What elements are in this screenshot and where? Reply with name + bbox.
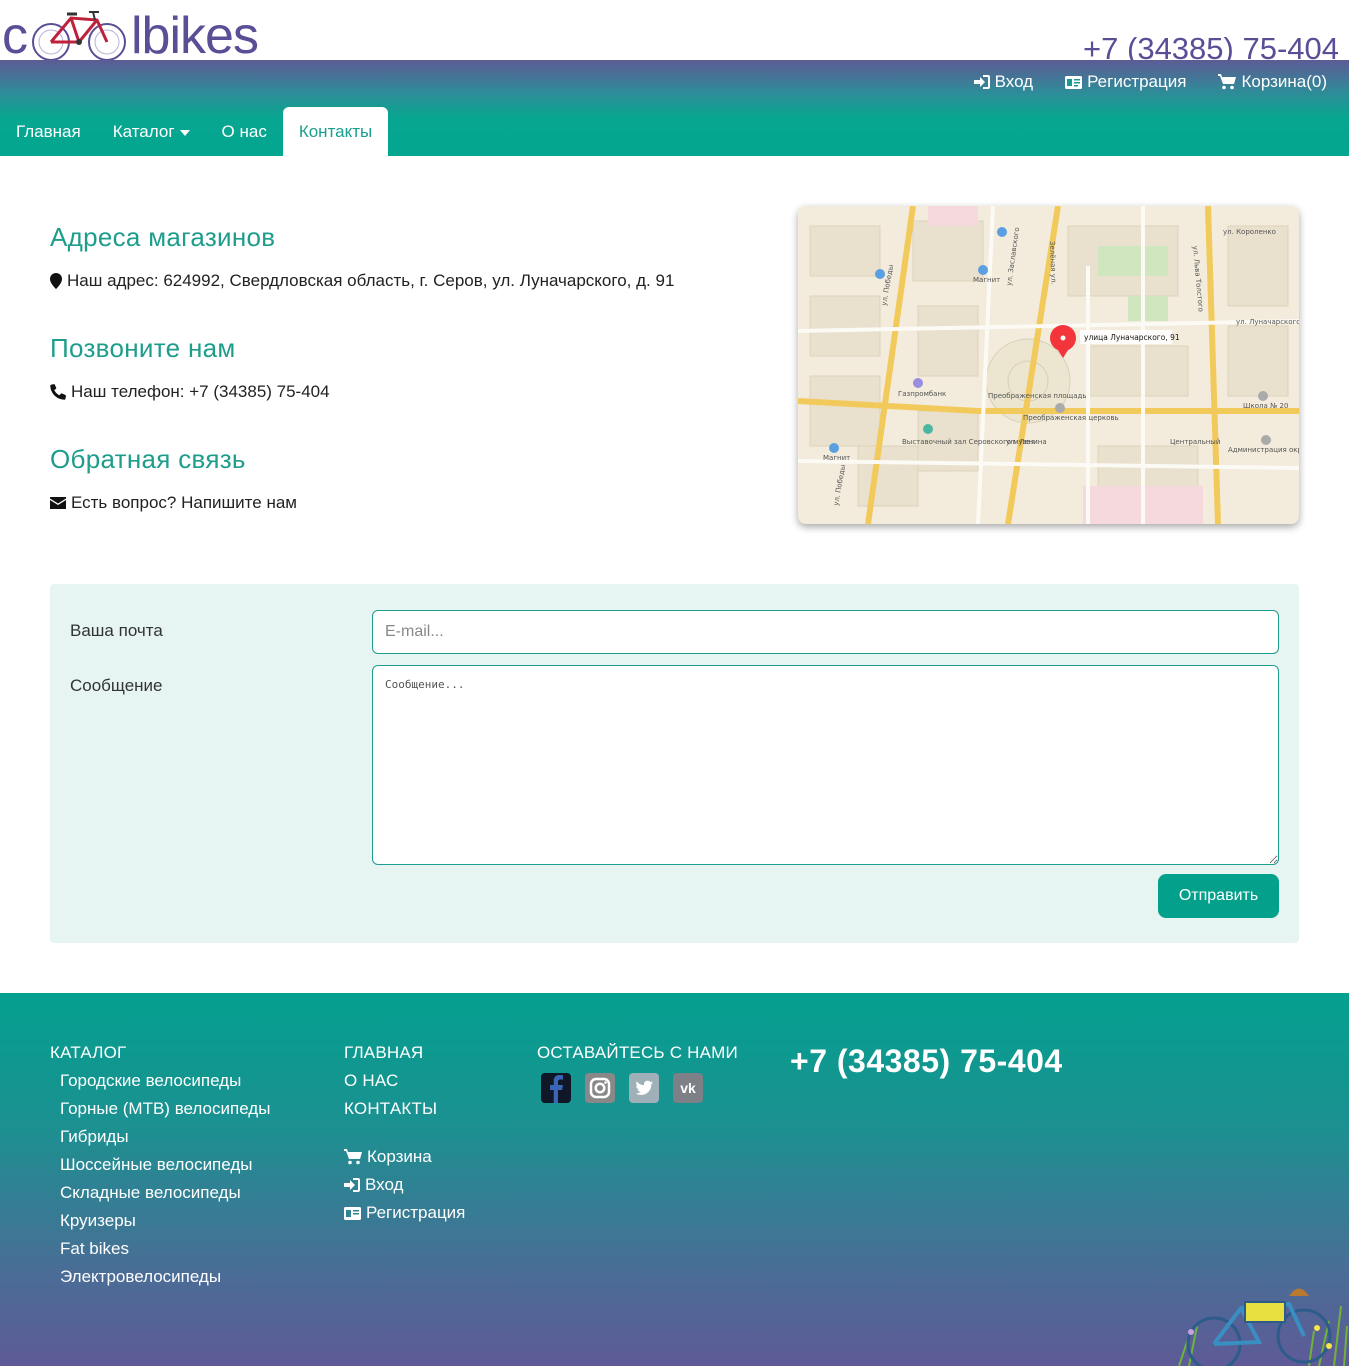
map-place-label: Магнит: [973, 276, 1000, 284]
cart-icon: [344, 1149, 362, 1165]
nav-about[interactable]: О нас: [206, 107, 283, 156]
cart-icon: [1218, 74, 1237, 90]
phone-icon: [50, 384, 66, 400]
nav-contacts[interactable]: Контакты: [282, 107, 389, 156]
sign-in-icon: [344, 1178, 360, 1192]
feedback-text: Есть вопрос? Напишите нам: [71, 493, 297, 512]
map-canvas: ул. Победы ул. Заславского ул. Льва Толс…: [798, 206, 1299, 524]
feedback-form: Ваша почта Сообщение Отправить: [50, 584, 1299, 943]
nav-home[interactable]: Главная: [0, 107, 97, 156]
phone-text: Наш телефон: +7 (34385) 75-404: [71, 382, 330, 401]
vk-icon[interactable]: vk: [673, 1073, 703, 1103]
cart-link[interactable]: Корзина(0): [1218, 72, 1327, 92]
map-place-label: Магнит: [823, 454, 850, 462]
address-text: Наш адрес: 624992, Свердловская область,…: [67, 271, 675, 290]
footer-catalog-link[interactable]: Шоссейные велосипеды: [60, 1155, 270, 1175]
map-marker-icon: [50, 273, 62, 289]
email-label: Ваша почта: [70, 621, 163, 640]
nav-about-label: О нас: [221, 121, 267, 141]
phone-section: Позвоните нам Наш телефон: +7 (34385) 75…: [50, 333, 750, 402]
site-logo[interactable]: c lbikes: [2, 4, 259, 65]
id-card-icon: [1065, 75, 1083, 89]
footer-catalog: КАТАЛОГ Городские велосипеды Горные (MTB…: [50, 1043, 270, 1287]
instagram-icon[interactable]: [585, 1073, 615, 1103]
footer-login-link[interactable]: Вход: [344, 1175, 465, 1195]
message-field[interactable]: [372, 665, 1279, 865]
footer-catalog-link[interactable]: Складные велосипеды: [60, 1183, 270, 1203]
bicycle-logo-icon: [32, 11, 126, 61]
map-marker-label: улица Луначарского, 91: [1084, 333, 1180, 342]
header-band: Вход Регистрация Корзина(0) Главная Ката…: [0, 60, 1349, 156]
feedback-line: Есть вопрос? Напишите нам: [50, 493, 750, 513]
footer-catalog-link[interactable]: Горные (MTB) велосипеды: [60, 1099, 270, 1119]
footer-nav: ГЛАВНАЯ О НАС КОНТАКТЫ Корзина Вход Реги…: [344, 1043, 465, 1223]
address-section: Адреса магазинов Наш адрес: 624992, Свер…: [50, 222, 750, 291]
footer-nav-about[interactable]: О НАС: [344, 1071, 465, 1091]
feedback-section: Обратная связь Есть вопрос? Напишите нам: [50, 444, 750, 513]
footer-register-label: Регистрация: [366, 1203, 466, 1222]
phone-title: Позвоните нам: [50, 333, 236, 363]
footer-cart-link[interactable]: Корзина: [344, 1147, 465, 1167]
map-place-label: Преображенская церковь: [1023, 414, 1119, 422]
footer-social-title: ОСТАВАЙТЕСЬ С НАМИ: [537, 1043, 738, 1062]
address-title: Адреса магазинов: [50, 222, 276, 252]
map-street-label: ул. Луначарского: [1236, 318, 1299, 326]
user-links: Вход Регистрация Корзина(0): [973, 72, 1327, 92]
register-label: Регистрация: [1087, 72, 1187, 91]
footer-login-label: Вход: [365, 1175, 404, 1194]
footer-phone[interactable]: +7 (34385) 75-404: [790, 1043, 1063, 1080]
footer-catalog-link[interactable]: Круизеры: [60, 1211, 270, 1231]
location-map[interactable]: ул. Победы ул. Заславского ул. Льва Толс…: [798, 206, 1299, 524]
footer-social: ОСТАВАЙТЕСЬ С НАМИ vk: [537, 1043, 738, 1103]
main-nav: Главная Каталог О нас Контакты: [0, 107, 389, 156]
cart-label: Корзина(0): [1241, 72, 1327, 91]
twitter-icon[interactable]: [629, 1073, 659, 1103]
register-link[interactable]: Регистрация: [1065, 72, 1186, 92]
map-street-label: ул. Короленко: [1223, 228, 1276, 236]
feedback-title: Обратная связь: [50, 444, 246, 474]
phone-line: Наш телефон: +7 (34385) 75-404: [50, 382, 750, 402]
nav-home-label: Главная: [16, 121, 81, 141]
logo-text-end: lbikes: [131, 7, 259, 65]
social-icons: vk: [541, 1073, 738, 1103]
map-place-label: Выставочный зал Серовского музея: [902, 438, 1035, 446]
map-place-label: Школа № 20: [1243, 402, 1288, 410]
envelope-icon: [50, 497, 66, 509]
footer-register-link[interactable]: Регистрация: [344, 1203, 465, 1223]
caret-down-icon: [179, 129, 190, 136]
footer: КАТАЛОГ Городские велосипеды Горные (MTB…: [0, 993, 1349, 1366]
footer-nav-contacts[interactable]: КОНТАКТЫ: [344, 1099, 465, 1119]
sign-in-icon: [973, 75, 990, 89]
bicycle-decoration-icon: [1178, 1288, 1348, 1366]
map-place-label: Преображенская площадь: [988, 392, 1087, 400]
login-link[interactable]: Вход: [973, 72, 1034, 92]
address-line: Наш адрес: 624992, Свердловская область,…: [50, 271, 750, 291]
login-label: Вход: [994, 72, 1034, 91]
submit-button[interactable]: Отправить: [1158, 874, 1279, 918]
footer-cart-label: Корзина: [367, 1147, 432, 1166]
footer-catalog-title: КАТАЛОГ: [50, 1043, 127, 1062]
header-top: c lbikes +7 (34385) 75-404: [0, 0, 1349, 66]
map-place-label: Газпромбанк: [898, 390, 946, 398]
footer-catalog-link[interactable]: Городские велосипеды: [60, 1071, 270, 1091]
id-card-icon: [344, 1206, 361, 1220]
map-street-label: Зелёная ул.: [1048, 241, 1058, 285]
map-place-label: Центральный: [1170, 438, 1220, 446]
nav-catalog[interactable]: Каталог: [97, 107, 206, 156]
footer-catalog-link[interactable]: Гибриды: [60, 1127, 270, 1147]
nav-contacts-label: Контакты: [298, 121, 373, 141]
svg-text:vk: vk: [680, 1080, 696, 1096]
footer-nav-home[interactable]: ГЛАВНАЯ: [344, 1043, 465, 1063]
map-place-label: Администрация округа: [1228, 446, 1299, 454]
email-field[interactable]: [372, 610, 1279, 654]
footer-catalog-link[interactable]: Fat bikes: [60, 1239, 270, 1259]
nav-catalog-label: Каталог: [112, 121, 175, 141]
message-label: Сообщение: [70, 676, 163, 695]
footer-catalog-link[interactable]: Электровелосипеды: [60, 1267, 270, 1287]
facebook-icon[interactable]: [541, 1073, 571, 1103]
contact-info: Адреса магазинов Наш адрес: 624992, Свер…: [50, 222, 750, 555]
